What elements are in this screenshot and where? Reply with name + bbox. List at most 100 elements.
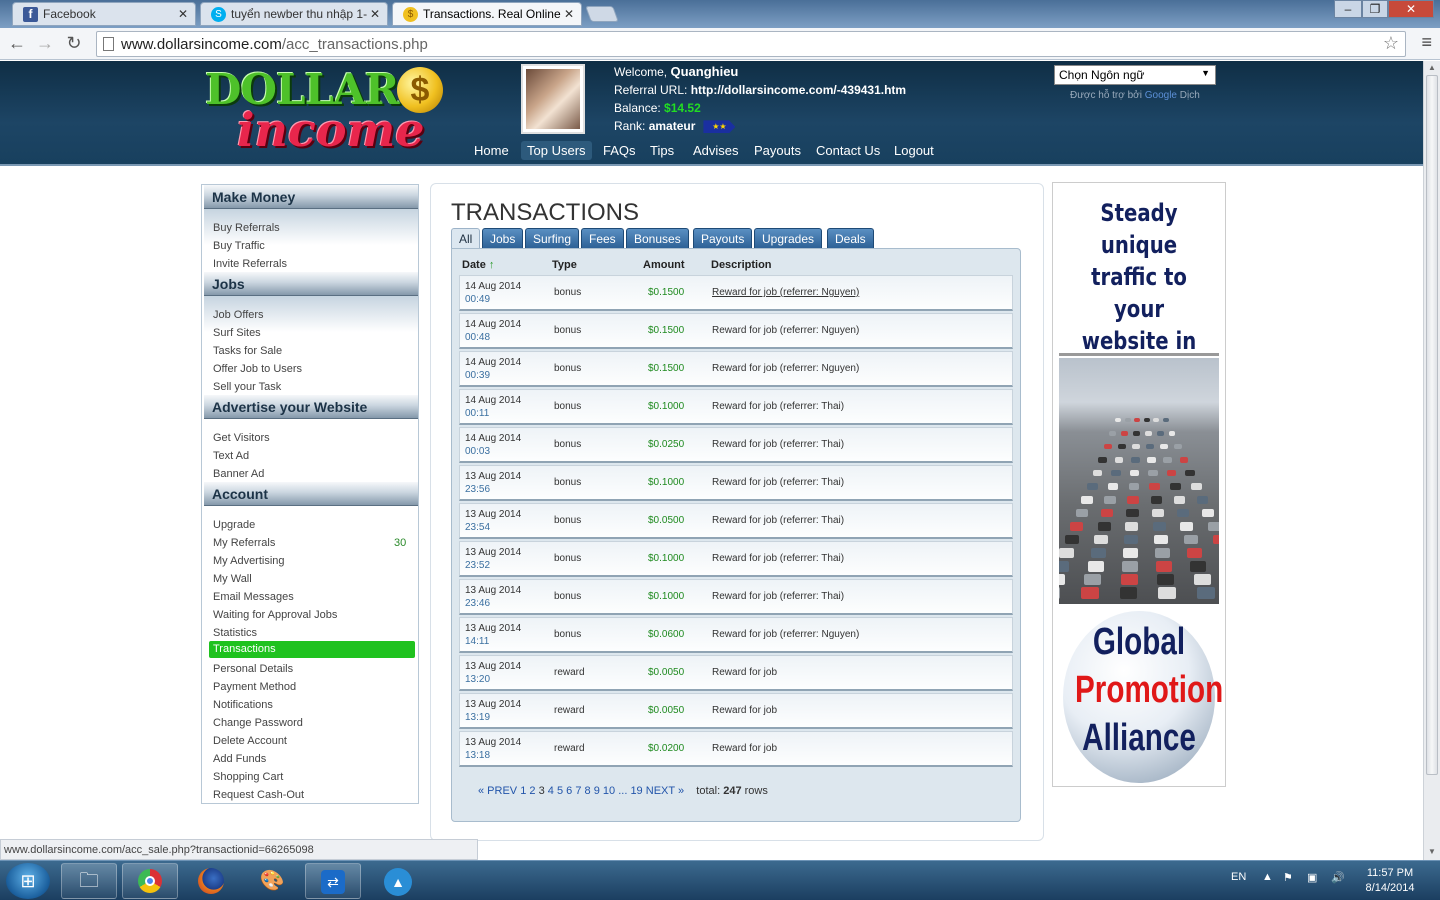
sidebar-item-email-messages[interactable]: Email Messages xyxy=(213,591,294,603)
forward-arrow-icon[interactable]: → xyxy=(34,33,56,54)
page-link[interactable]: 6 xyxy=(566,785,572,797)
sidebar-item-add-funds[interactable]: Add Funds xyxy=(213,753,266,765)
column-header-date[interactable]: Date ↑ xyxy=(462,259,494,271)
page-link[interactable]: 9 xyxy=(594,785,600,797)
reload-icon[interactable]: ↻ xyxy=(63,33,85,54)
sidebar-item-delete-account[interactable]: Delete Account xyxy=(213,735,287,747)
tab-upgrades[interactable]: Upgrades xyxy=(754,228,823,249)
table-row[interactable]: 14 Aug 2014 00:39 bonus $0.1500 Reward for j… xyxy=(459,351,1013,387)
nav-faqs[interactable]: FAQs xyxy=(597,141,642,160)
sidebar-item-my-referrals[interactable]: My Referrals 30 xyxy=(213,537,413,549)
tab-surfing[interactable]: Surfing xyxy=(525,228,580,249)
file-explorer-icon[interactable]: 🗀 xyxy=(61,863,117,899)
table-row[interactable]: 13 Aug 2014 13:18 reward $0.0200 Reward for … xyxy=(459,731,1013,767)
app-logo-icon[interactable]: ▲ xyxy=(370,863,426,899)
page-link[interactable]: 8 xyxy=(585,785,591,797)
nav-logout[interactable]: Logout xyxy=(888,141,940,160)
avatar[interactable] xyxy=(521,64,585,134)
sidebar-item-offer-job[interactable]: Offer Job to Users xyxy=(213,363,302,375)
scroll-up-arrow-icon[interactable]: ▲ xyxy=(1428,63,1436,72)
windows-start-button[interactable]: ⊞ xyxy=(6,863,50,899)
language-select[interactable]: Chọn Ngôn ngữ ▼ xyxy=(1054,65,1216,85)
address-bar[interactable]: www.dollarsincome.com/acc_transactions.p… xyxy=(96,31,1406,57)
new-tab-button[interactable] xyxy=(585,6,619,22)
transaction-description[interactable]: Reward for job (referrer: Nguyen) xyxy=(712,287,859,298)
sidebar-item-get-visitors[interactable]: Get Visitors xyxy=(213,432,270,444)
browser-tab-skype[interactable]: S tuyển newber thu nhập 1- ✕ xyxy=(200,2,388,26)
page-link[interactable]: 5 xyxy=(557,785,563,797)
sidebar-item-upgrade[interactable]: Upgrade xyxy=(213,519,255,531)
table-row[interactable]: 13 Aug 2014 13:20 reward $0.0050 Reward for … xyxy=(459,655,1013,691)
referral-url[interactable]: http://dollarsincome.com/-439431.htm xyxy=(691,83,906,97)
table-row[interactable]: 13 Aug 2014 23:52 bonus $0.1000 Reward for j… xyxy=(459,541,1013,577)
sidebar-item-my-advertising[interactable]: My Advertising xyxy=(213,555,285,567)
tab-deals[interactable]: Deals xyxy=(827,228,874,249)
browser-tab-transactions[interactable]: $ Transactions. Real Online ✕ xyxy=(392,2,582,26)
sidebar-item-transactions[interactable]: Transactions xyxy=(209,641,415,658)
teamviewer-icon[interactable]: ⇄ xyxy=(305,863,361,899)
system-clock[interactable]: 11:57 PM 8/14/2014 xyxy=(1360,866,1420,896)
browser-tab-facebook[interactable]: f Facebook ✕ xyxy=(12,2,196,26)
close-tab-icon[interactable]: ✕ xyxy=(370,7,380,21)
sidebar-item-request-cashout[interactable]: Request Cash-Out xyxy=(213,789,304,801)
chrome-menu-icon[interactable]: ≡ xyxy=(1421,32,1432,53)
page-link[interactable]: 10 xyxy=(603,785,615,797)
table-row[interactable]: 14 Aug 2014 00:49 bonus $0.1500 Reward for j… xyxy=(459,275,1013,311)
tab-all[interactable]: All xyxy=(451,228,481,249)
network-icon[interactable]: ▣ xyxy=(1307,871,1317,884)
vertical-scrollbar[interactable]: ▲ ▼ xyxy=(1423,61,1440,860)
table-row[interactable]: 14 Aug 2014 00:11 bonus $0.1000 Reward for j… xyxy=(459,389,1013,425)
nav-tips[interactable]: Tips xyxy=(644,141,680,160)
language-indicator[interactable]: EN xyxy=(1231,871,1246,883)
close-tab-icon[interactable]: ✕ xyxy=(564,7,574,21)
sidebar-item-statistics[interactable]: Statistics xyxy=(213,627,257,639)
sidebar-item-buy-traffic[interactable]: Buy Traffic xyxy=(213,240,265,252)
sidebar-item-shopping-cart[interactable]: Shopping Cart xyxy=(213,771,283,783)
nav-home[interactable]: Home xyxy=(468,141,515,160)
table-row[interactable]: 13 Aug 2014 14:11 bonus $0.0600 Reward for j… xyxy=(459,617,1013,653)
page-link[interactable]: 19 xyxy=(630,785,642,797)
next-link[interactable]: NEXT » xyxy=(646,785,684,797)
back-arrow-icon[interactable]: ← xyxy=(6,33,28,54)
scrollbar-thumb[interactable] xyxy=(1426,75,1438,775)
sidebar-item-banner-ad[interactable]: Banner Ad xyxy=(213,468,264,480)
nav-advises[interactable]: Advises xyxy=(687,141,745,160)
restore-button[interactable]: ❐ xyxy=(1362,0,1388,18)
sidebar-item-tasks-for-sale[interactable]: Tasks for Sale xyxy=(213,345,282,357)
tab-payouts[interactable]: Payouts xyxy=(693,228,753,249)
paint-icon[interactable]: 🎨 xyxy=(244,863,300,899)
sidebar-item-surf-sites[interactable]: Surf Sites xyxy=(213,327,261,339)
table-row[interactable]: 13 Aug 2014 13:19 reward $0.0050 Reward for … xyxy=(459,693,1013,729)
nav-contact-us[interactable]: Contact Us xyxy=(810,141,886,160)
page-link[interactable]: 7 xyxy=(575,785,581,797)
table-row[interactable]: 13 Aug 2014 23:46 bonus $0.1000 Reward for j… xyxy=(459,579,1013,615)
prev-link[interactable]: « PREV xyxy=(478,785,517,797)
table-row[interactable]: 14 Aug 2014 00:48 bonus $0.1500 Reward for j… xyxy=(459,313,1013,349)
page-link[interactable]: 2 xyxy=(529,785,535,797)
close-tab-icon[interactable]: ✕ xyxy=(178,7,188,21)
tab-fees[interactable]: Fees xyxy=(581,228,624,249)
table-row[interactable]: 13 Aug 2014 23:56 bonus $0.1000 Reward for j… xyxy=(459,465,1013,501)
url-text[interactable]: www.dollarsincome.com/acc_transactions.p… xyxy=(121,36,428,53)
tab-jobs[interactable]: Jobs xyxy=(482,228,524,249)
show-hidden-icons-icon[interactable]: ▲ xyxy=(1262,871,1273,883)
sidebar-item-payment-method[interactable]: Payment Method xyxy=(213,681,296,693)
action-center-flag-icon[interactable]: ⚑ xyxy=(1283,871,1293,884)
table-row[interactable]: 13 Aug 2014 23:54 bonus $0.0500 Reward for j… xyxy=(459,503,1013,539)
volume-icon[interactable]: 🔊 xyxy=(1331,871,1345,884)
scroll-down-arrow-icon[interactable]: ▼ xyxy=(1428,847,1436,856)
ad-banner[interactable]: Steady unique traffic to your website in… xyxy=(1052,182,1226,787)
table-row[interactable]: 14 Aug 2014 00:03 bonus $0.0250 Reward for j… xyxy=(459,427,1013,463)
sidebar-item-sell-task[interactable]: Sell your Task xyxy=(213,381,281,393)
sidebar-item-my-wall[interactable]: My Wall xyxy=(213,573,252,585)
site-logo[interactable]: DOLLAR $ income xyxy=(205,65,450,157)
chrome-icon[interactable] xyxy=(122,863,178,899)
page-link[interactable]: 4 xyxy=(548,785,554,797)
minimize-button[interactable]: – xyxy=(1334,0,1362,18)
sidebar-item-job-offers[interactable]: Job Offers xyxy=(213,309,264,321)
sidebar-item-waiting-approval[interactable]: Waiting for Approval Jobs xyxy=(213,609,337,621)
close-window-button[interactable]: ✕ xyxy=(1388,0,1434,18)
sidebar-item-notifications[interactable]: Notifications xyxy=(213,699,273,711)
page-link[interactable]: 1 xyxy=(520,785,526,797)
bookmark-star-icon[interactable]: ☆ xyxy=(1383,33,1399,54)
